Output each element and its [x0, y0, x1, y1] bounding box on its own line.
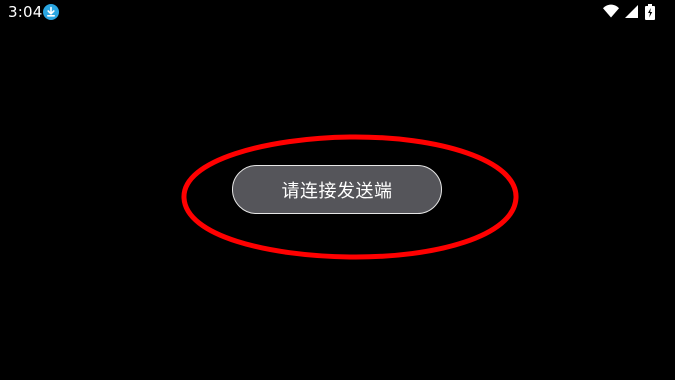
connect-sender-label: 请连接发送端: [281, 180, 393, 202]
screen: 3:04 请连接发送端: [0, 0, 675, 380]
wifi-icon: [603, 4, 619, 18]
battery-charging-icon: [645, 4, 655, 20]
connect-sender-button[interactable]: 请连接发送端: [232, 165, 442, 214]
status-clock: 3:04: [8, 3, 43, 21]
download-icon: [43, 4, 59, 20]
signal-icon: [625, 5, 638, 18]
status-bar: 3:04: [0, 0, 675, 24]
